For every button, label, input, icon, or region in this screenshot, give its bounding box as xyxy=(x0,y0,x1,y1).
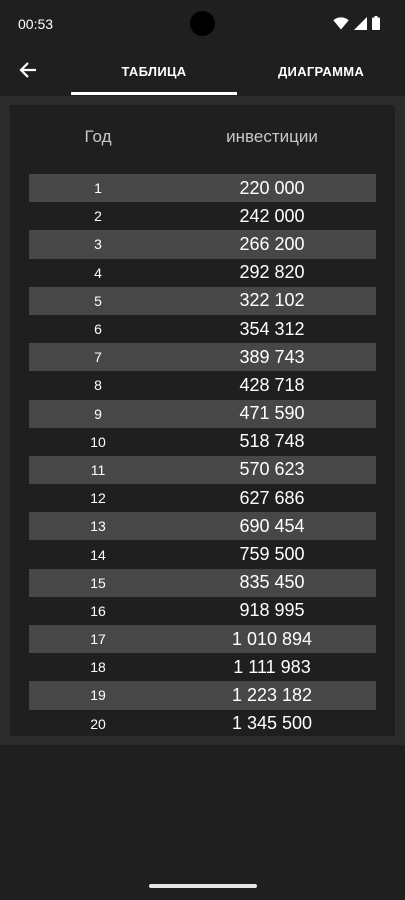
back-button[interactable] xyxy=(12,56,44,88)
cell-year: 10 xyxy=(90,433,106,450)
table-row: 9 471 590 xyxy=(29,399,376,428)
cell-year: 13 xyxy=(90,518,106,535)
cell-year: 16 xyxy=(90,602,106,619)
tab-selected-indicator xyxy=(71,92,237,95)
table-body: 1 220 000 2 242 000 3 266 200 4 292 820 5 322 102… xyxy=(29,174,376,736)
tab-table-label: ТАБЛИЦА xyxy=(121,63,187,79)
header-year: Год xyxy=(84,127,112,146)
table-row: 18 1 111 983 xyxy=(29,653,376,681)
cell-investment: 518 748 xyxy=(239,431,305,452)
cell-investment: 322 102 xyxy=(239,290,305,311)
cell-year: 15 xyxy=(90,574,106,591)
table-row: 12 627 686 xyxy=(29,484,376,512)
cell-investment: 389 743 xyxy=(239,346,305,367)
table-row: 2 242 000 xyxy=(29,202,376,230)
investment-table[interactable]: Год инвестиции 1 220 000 2 242 000 3 266 200 4… xyxy=(10,105,395,736)
table-row: 13 690 454 xyxy=(29,512,376,541)
tab-chart[interactable]: ДИАГРАММА xyxy=(237,46,405,96)
table-row: 5 322 102 xyxy=(29,286,376,315)
tab-chart-label: ДИАГРАММА xyxy=(277,63,365,79)
cell-investment: 242 000 xyxy=(239,205,305,226)
cell-year: 20 xyxy=(90,715,106,732)
cell-year: 3 xyxy=(94,236,102,253)
cell-investment: 570 623 xyxy=(239,459,305,480)
wifi-icon xyxy=(333,16,349,35)
table-row: 1 220 000 xyxy=(29,174,376,203)
cell-year: 14 xyxy=(90,546,106,563)
content-area: Год инвестиции 1 220 000 2 242 000 3 266 200 4… xyxy=(0,96,405,745)
table-row: 6 354 312 xyxy=(29,315,376,343)
cell-year: 7 xyxy=(94,349,102,366)
table-row: 8 428 718 xyxy=(29,371,376,399)
header-investments: инвестиции xyxy=(226,127,318,146)
table-row: 3 266 200 xyxy=(29,230,376,259)
cell-investment: 471 590 xyxy=(239,403,305,424)
cell-year: 8 xyxy=(94,377,102,394)
signal-icon xyxy=(354,16,367,35)
cell-year: 12 xyxy=(90,490,106,507)
table-row: 20 1 345 500 xyxy=(29,710,376,736)
cell-investment: 690 454 xyxy=(239,515,305,536)
cell-year: 5 xyxy=(94,292,102,309)
table-header: Год инвестиции xyxy=(10,105,395,175)
home-indicator[interactable] xyxy=(149,884,257,888)
table-row: 11 570 623 xyxy=(29,455,376,485)
cell-investment: 266 200 xyxy=(239,233,305,254)
cell-year: 17 xyxy=(90,631,106,648)
table-row: 14 759 500 xyxy=(29,540,376,568)
battery-icon xyxy=(372,16,380,35)
tab-table[interactable]: ТАБЛИЦА xyxy=(71,46,237,96)
cell-year: 19 xyxy=(90,687,106,704)
cell-year: 6 xyxy=(94,321,102,338)
cell-year: 11 xyxy=(90,461,106,478)
table-row: 16 918 995 xyxy=(29,597,376,625)
table-row: 17 1 010 894 xyxy=(29,625,376,654)
cell-investment: 918 995 xyxy=(239,600,305,621)
table-row: 19 1 223 182 xyxy=(29,681,376,710)
app-bar: ТАБЛИЦА ДИАГРАММА xyxy=(0,46,405,96)
table-row: 15 835 450 xyxy=(29,568,376,597)
cell-investment: 1 223 182 xyxy=(231,684,313,705)
cell-investment: 220 000 xyxy=(239,177,305,198)
cell-investment: 1 345 500 xyxy=(231,713,313,734)
cell-year: 2 xyxy=(94,208,102,225)
camera-cutout xyxy=(190,11,215,36)
status-icons xyxy=(333,16,380,35)
status-bar: 00:53 xyxy=(0,0,405,46)
table-row: 4 292 820 xyxy=(29,259,376,287)
cell-year: 1 xyxy=(94,180,102,197)
table-row: 10 518 748 xyxy=(29,428,376,456)
cell-investment: 354 312 xyxy=(239,318,305,339)
cell-investment: 759 500 xyxy=(239,544,305,565)
table-row: 7 389 743 xyxy=(29,343,376,372)
arrow-left-icon xyxy=(19,61,37,84)
cell-year: 9 xyxy=(94,405,102,422)
cell-investment: 835 450 xyxy=(239,572,305,593)
cell-year: 18 xyxy=(90,659,106,676)
cell-investment: 292 820 xyxy=(239,262,305,283)
bottom-area xyxy=(0,745,405,900)
cell-investment: 428 718 xyxy=(239,374,305,395)
cell-year: 4 xyxy=(94,264,102,281)
cell-investment: 1 111 983 xyxy=(233,656,311,677)
cell-investment: 1 010 894 xyxy=(231,628,313,649)
cell-investment: 627 686 xyxy=(239,487,305,508)
status-time: 00:53 xyxy=(18,16,54,32)
